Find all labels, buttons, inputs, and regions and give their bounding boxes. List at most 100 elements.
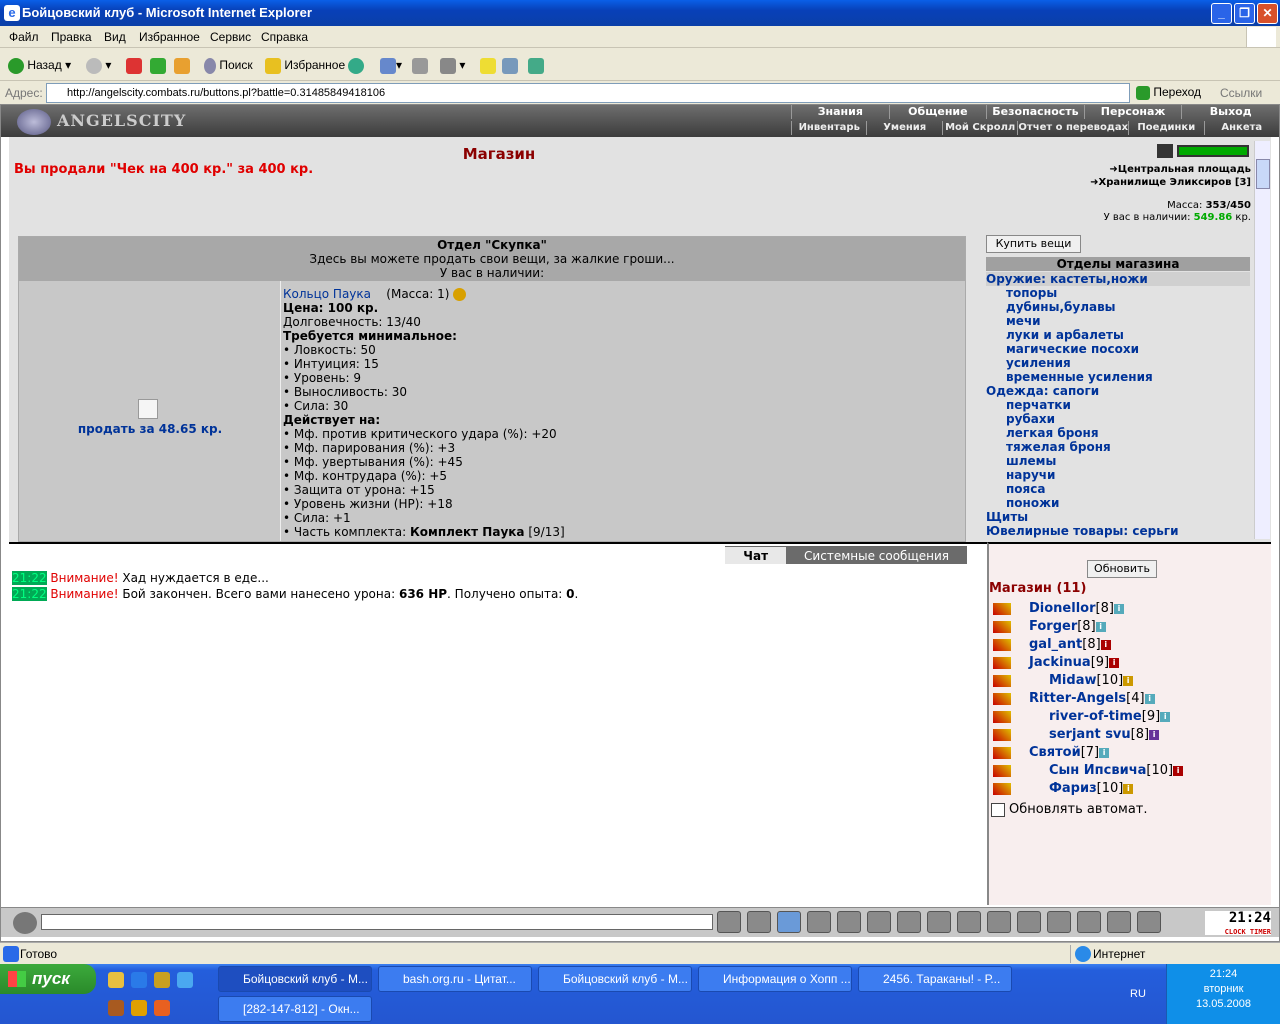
firefox-icon[interactable] [154, 1000, 170, 1016]
menu-view[interactable]: Вид [104, 30, 126, 44]
private-message-icon[interactable] [993, 710, 1011, 723]
department-link[interactable]: луки и арбалеты [986, 328, 1250, 342]
forward-button[interactable]: ▾ [86, 55, 111, 75]
scroll-icon[interactable] [987, 911, 1011, 933]
app2-quick-icon[interactable] [177, 972, 193, 988]
smiley-icon[interactable] [927, 911, 951, 933]
info-icon[interactable]: i [1149, 729, 1160, 740]
history-button[interactable] [348, 55, 364, 75]
info-icon[interactable]: i [1173, 765, 1184, 776]
location-link-elixirs[interactable]: ➜Хранилище Эликсиров [3] [1090, 176, 1251, 189]
address-input[interactable]: http://angelscity.combats.ru/buttons.pl?… [46, 83, 1130, 103]
search-button[interactable]: Поиск [204, 55, 253, 75]
user-name[interactable]: Ritter-Angels [1029, 691, 1126, 706]
nav-profile[interactable]: Анкета [1203, 121, 1279, 135]
clear-icon[interactable] [747, 911, 771, 933]
chat-input[interactable] [41, 914, 713, 930]
info-icon[interactable]: i [1109, 657, 1120, 668]
app-quick-icon[interactable] [154, 972, 170, 988]
task-button[interactable]: Бойцовский клуб - М... [538, 966, 692, 992]
department-link[interactable]: шлемы [986, 454, 1250, 468]
tab-chat[interactable]: Чат [725, 546, 787, 564]
user-name[interactable]: Forger [1029, 619, 1077, 634]
go-button[interactable]: Переход [1136, 85, 1201, 100]
edit-button[interactable]: ▾ [440, 55, 465, 75]
tab-system[interactable]: Системные сообщения [786, 546, 967, 564]
nav-transfers[interactable]: Отчет о переводах [1017, 121, 1128, 135]
private-message-icon[interactable] [993, 602, 1011, 615]
filter-icon[interactable] [777, 911, 801, 933]
scroll-thumb[interactable] [1256, 159, 1270, 189]
department-link[interactable]: Оружие: кастеты,ножи [986, 272, 1250, 286]
info-icon[interactable]: i [1100, 639, 1111, 650]
skills-icon[interactable] [1047, 911, 1071, 933]
print-button[interactable] [412, 55, 428, 75]
favorites-button[interactable]: Избранное [265, 55, 345, 75]
menu-help[interactable]: Справка [261, 30, 308, 44]
private-message-icon[interactable] [993, 728, 1011, 741]
info-icon[interactable]: i [1144, 693, 1155, 704]
department-link[interactable]: тяжелая броня [986, 440, 1250, 454]
start-button[interactable]: пуск [0, 964, 96, 994]
info-icon[interactable]: i [1113, 603, 1124, 614]
user-name[interactable]: Святой [1029, 745, 1081, 760]
sound-icon[interactable] [897, 911, 921, 933]
menu-edit[interactable]: Правка [51, 30, 92, 44]
info-icon[interactable]: i [1123, 783, 1134, 794]
department-link[interactable]: Одежда: сапоги [986, 384, 1250, 398]
media-icon[interactable] [108, 972, 124, 988]
nav-exit[interactable]: Выход [1181, 105, 1279, 119]
home-button[interactable] [174, 55, 190, 75]
department-link[interactable]: Щиты [986, 510, 1250, 524]
task-button[interactable]: 2456. Тараканы! - Р... [858, 966, 1012, 992]
private-message-icon[interactable] [993, 620, 1011, 633]
nav-security[interactable]: Безопасность [986, 105, 1084, 119]
nav-character[interactable]: Персонаж [1083, 105, 1182, 119]
checkbox-icon[interactable] [991, 802, 1005, 817]
nav-knowledge[interactable]: Знания [791, 105, 889, 119]
department-link[interactable]: поножи [986, 496, 1250, 510]
split-icon[interactable] [867, 911, 891, 933]
user-name[interactable]: serjant svu [1049, 727, 1131, 742]
users-icon[interactable] [1077, 911, 1101, 933]
menu-tools[interactable]: Сервис [210, 30, 251, 44]
refresh-page-button[interactable] [150, 55, 166, 75]
department-link[interactable]: перчатки [986, 398, 1250, 412]
department-link[interactable]: временные усиления [986, 370, 1250, 384]
task-button[interactable]: Информация о Хопп ... [698, 966, 852, 992]
location-link-central[interactable]: ➜Центральная площадь [1090, 163, 1251, 176]
user-name[interactable]: Фариз [1049, 781, 1097, 796]
ie-quick-icon[interactable] [131, 972, 147, 988]
private-message-icon[interactable] [993, 692, 1011, 705]
task-button[interactable]: bash.org.ru - Цитат... [378, 966, 532, 992]
private-message-icon[interactable] [993, 656, 1011, 669]
info-icon[interactable]: i [1160, 711, 1171, 722]
nav-scroll[interactable]: Мой Скролл [941, 121, 1017, 135]
fight-icon[interactable] [837, 911, 861, 933]
buy-items-button[interactable]: Купить вещи [986, 235, 1081, 253]
department-link[interactable]: мечи [986, 314, 1250, 328]
private-message-icon[interactable] [993, 782, 1011, 795]
language-indicator[interactable]: RU [1130, 988, 1146, 1000]
chat-mode-icon[interactable] [13, 912, 37, 934]
main-scrollbar[interactable] [1254, 141, 1270, 539]
department-link[interactable]: рубахи [986, 412, 1250, 426]
sell-link[interactable]: продать за 48.65 кр. [19, 422, 281, 436]
app3-quick-icon[interactable] [108, 1000, 124, 1016]
private-message-icon[interactable] [993, 674, 1011, 687]
department-link[interactable]: пояса [986, 482, 1250, 496]
app4-quick-icon[interactable] [131, 1000, 147, 1016]
links-button[interactable]: Ссылки [1220, 86, 1262, 100]
info-icon[interactable]: i [1123, 675, 1134, 686]
user-name[interactable]: Сын Ипсвича [1049, 763, 1146, 778]
item-name[interactable]: Кольцо Паука [283, 287, 371, 301]
department-link[interactable]: наручи [986, 468, 1250, 482]
research-button[interactable] [502, 55, 518, 75]
menu-favorites[interactable]: Избранное [139, 30, 200, 44]
user-name[interactable]: Dionellor [1029, 601, 1096, 616]
back-button[interactable]: Назад ▾ [8, 55, 71, 75]
auto-refresh-checkbox[interactable]: Обновлять автомат. [991, 802, 1148, 817]
private-message-icon[interactable] [993, 638, 1011, 651]
department-link[interactable]: легкая броня [986, 426, 1250, 440]
user-name[interactable]: river-of-time [1049, 709, 1142, 724]
